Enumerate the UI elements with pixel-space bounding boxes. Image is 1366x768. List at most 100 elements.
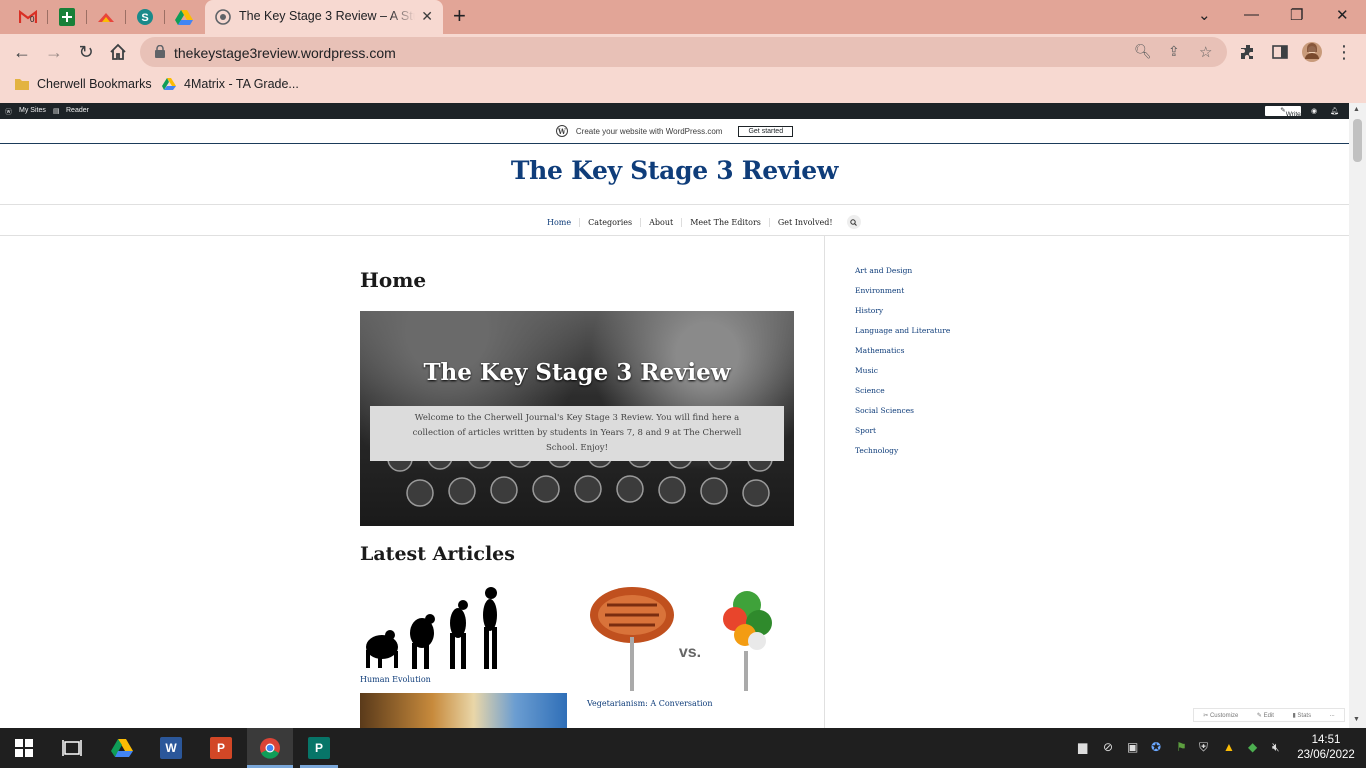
category-mathematics[interactable]: Mathematics <box>855 346 950 366</box>
sheets-icon <box>59 8 75 26</box>
network-link-icon[interactable]: ⊘ <box>1103 740 1113 754</box>
article-link-vegetarianism[interactable]: Vegetarianism: A Conversation <box>587 699 713 708</box>
customize-button[interactable]: ✂ Customize <box>1203 712 1238 719</box>
category-music[interactable]: Music <box>855 366 950 386</box>
windows-taskbar: W P P ▆ ⊘ ▣ ✪ ⚑ ⛨ ▲ ◆ 🔇︎ 14:51 23/06/202… <box>0 728 1366 768</box>
article-thumbnail-sky[interactable] <box>360 693 567 728</box>
address-bar[interactable]: thekeystage3review.wordpress.com 🔍︎ ⇪ ☆ <box>140 37 1227 67</box>
latest-articles-heading: Latest Articles <box>360 543 515 565</box>
vs-text: vs. <box>679 644 701 661</box>
drive-tray-icon[interactable]: ▲ <box>1223 740 1235 754</box>
edit-button[interactable]: ✎ Edit <box>1257 712 1274 719</box>
category-environment[interactable]: Environment <box>855 286 950 306</box>
drive-tab[interactable] <box>174 7 194 27</box>
user-tray-icon[interactable]: ▣ <box>1127 740 1138 754</box>
new-tab-icon[interactable]: + <box>453 5 466 27</box>
zoom-icon[interactable]: 🔍︎ <box>1134 43 1152 60</box>
wordpress-logo-icon: W <box>555 125 568 137</box>
sites-tab[interactable]: S <box>135 7 155 27</box>
category-science[interactable]: Science <box>855 386 950 406</box>
task-view-icon[interactable] <box>61 737 83 759</box>
reload-icon[interactable]: ↻ <box>75 42 97 62</box>
word-icon[interactable]: W <box>160 737 182 759</box>
star-tray-icon[interactable]: ✪ <box>1151 740 1161 754</box>
scrollbar-thumb[interactable] <box>1353 119 1362 162</box>
category-history[interactable]: History <box>855 306 950 326</box>
menu-item-categories[interactable]: Categories <box>579 217 640 227</box>
human-evolution-image[interactable] <box>360 585 510 670</box>
google-drive-taskbar-icon[interactable] <box>111 737 133 759</box>
my-sites-link[interactable]: My Sites <box>19 107 46 114</box>
bookmark-label: 4Matrix - TA Grade... <box>184 77 299 91</box>
bookmark-star-icon[interactable]: ☆ <box>1199 43 1212 61</box>
search-icon[interactable] <box>846 215 861 229</box>
category-language-literature[interactable]: Language and Literature <box>855 326 950 346</box>
url-text: thekeystage3review.wordpress.com <box>174 45 396 61</box>
gmail-badge: 0 <box>30 15 35 24</box>
windows-start-icon[interactable] <box>13 737 35 759</box>
clock-time: 14:51 <box>1311 734 1341 746</box>
wordpress-logo-icon[interactable]: ⓦ <box>5 107 12 117</box>
categories-list: Art and Design Environment History Langu… <box>855 266 950 466</box>
bookmark-label: Cherwell Bookmarks <box>37 77 152 91</box>
more-actions-button[interactable]: ... <box>1330 712 1335 718</box>
menu-item-meet-editors[interactable]: Meet The Editors <box>681 217 769 227</box>
close-window-icon[interactable]: ✕ <box>1336 6 1349 24</box>
category-art-and-design[interactable]: Art and Design <box>855 266 950 286</box>
bookmark-cherwell[interactable]: Cherwell Bookmarks <box>15 77 152 91</box>
forward-icon[interactable]: → <box>43 42 65 62</box>
notifications-bell-icon[interactable]: 🔔︎ <box>1330 107 1339 115</box>
sync-tray-icon[interactable]: ◆ <box>1248 740 1257 754</box>
hero-title: The Key Stage 3 Review <box>423 359 731 386</box>
system-clock[interactable]: 14:51 23/06/2022 <box>1295 733 1357 763</box>
back-icon[interactable]: ← <box>11 42 33 62</box>
security-shield-icon[interactable]: ⛨ <box>1199 740 1208 755</box>
menu-item-about[interactable]: About <box>640 217 681 227</box>
category-sport[interactable]: Sport <box>855 426 950 446</box>
tab-search-chevron-icon[interactable]: ⌄ <box>1198 6 1211 24</box>
vegetarianism-image[interactable]: vs. <box>587 585 783 693</box>
category-technology[interactable]: Technology <box>855 446 950 466</box>
bookmarks-bar: Cherwell Bookmarks 4Matrix - TA Grade... <box>0 70 1366 103</box>
menu-item-get-involved[interactable]: Get Involved! <box>768 217 841 227</box>
write-button[interactable]: ✎ Write <box>1265 106 1301 118</box>
profile-icon[interactable]: ◉ <box>1311 107 1317 115</box>
clock-date: 23/06/2022 <box>1297 749 1355 761</box>
banner-text[interactable]: Create your website with WordPress.com <box>576 127 723 136</box>
site-title[interactable]: The Key Stage 3 Review <box>0 156 1349 185</box>
chrome-icon[interactable] <box>259 737 281 759</box>
sites-icon: S <box>137 9 153 25</box>
hero-intro-box: Welcome to the Cherwell Journal's Key St… <box>370 406 784 461</box>
tab-strip: 0 S The Key Stage 3 Review – A Student ✕… <box>0 0 1366 34</box>
page-scrollbar[interactable]: ▲ ▼ <box>1349 103 1366 728</box>
menu-kebab-icon[interactable]: ⋮ <box>1333 42 1355 62</box>
active-tab[interactable]: The Key Stage 3 Review – A Student ✕ <box>205 0 443 34</box>
scroll-up-icon[interactable]: ▲ <box>1353 106 1360 113</box>
publisher-icon[interactable]: P <box>308 737 330 759</box>
colorful-cloud-icon <box>98 13 114 22</box>
sheets-tab[interactable] <box>57 7 77 27</box>
menu-item-home[interactable]: Home <box>547 218 579 227</box>
bookmark-4matrix[interactable]: 4Matrix - TA Grade... <box>162 77 299 91</box>
side-panel-icon[interactable] <box>1269 42 1291 62</box>
volume-muted-icon[interactable]: 🔇︎ <box>1272 740 1280 755</box>
scroll-down-icon[interactable]: ▼ <box>1353 716 1360 723</box>
get-started-button[interactable]: Get started <box>738 125 794 137</box>
category-social-sciences[interactable]: Social Sciences <box>855 406 950 426</box>
lock-icon[interactable] <box>155 45 165 58</box>
restore-icon[interactable]: ❐ <box>1290 6 1303 24</box>
powerpoint-icon[interactable]: P <box>210 737 232 759</box>
profile-avatar[interactable] <box>1301 42 1323 62</box>
share-icon[interactable]: ⇪ <box>1168 43 1180 60</box>
minimize-icon[interactable]: — <box>1244 6 1259 23</box>
file-explorer-tray-icon[interactable]: ▆ <box>1078 740 1087 754</box>
home-icon[interactable] <box>107 42 129 62</box>
close-tab-icon[interactable]: ✕ <box>421 8 433 25</box>
reader-link[interactable]: Reader <box>66 107 89 114</box>
article-link-human-evolution[interactable]: Human Evolution <box>360 675 431 684</box>
gmail-tab[interactable]: 0 <box>18 7 38 27</box>
app-tray-icon[interactable]: ⚑ <box>1176 740 1187 754</box>
stats-button[interactable]: ▮ Stats <box>1292 712 1311 719</box>
reading-app-tab[interactable] <box>96 7 116 27</box>
extensions-icon[interactable] <box>1237 42 1259 62</box>
